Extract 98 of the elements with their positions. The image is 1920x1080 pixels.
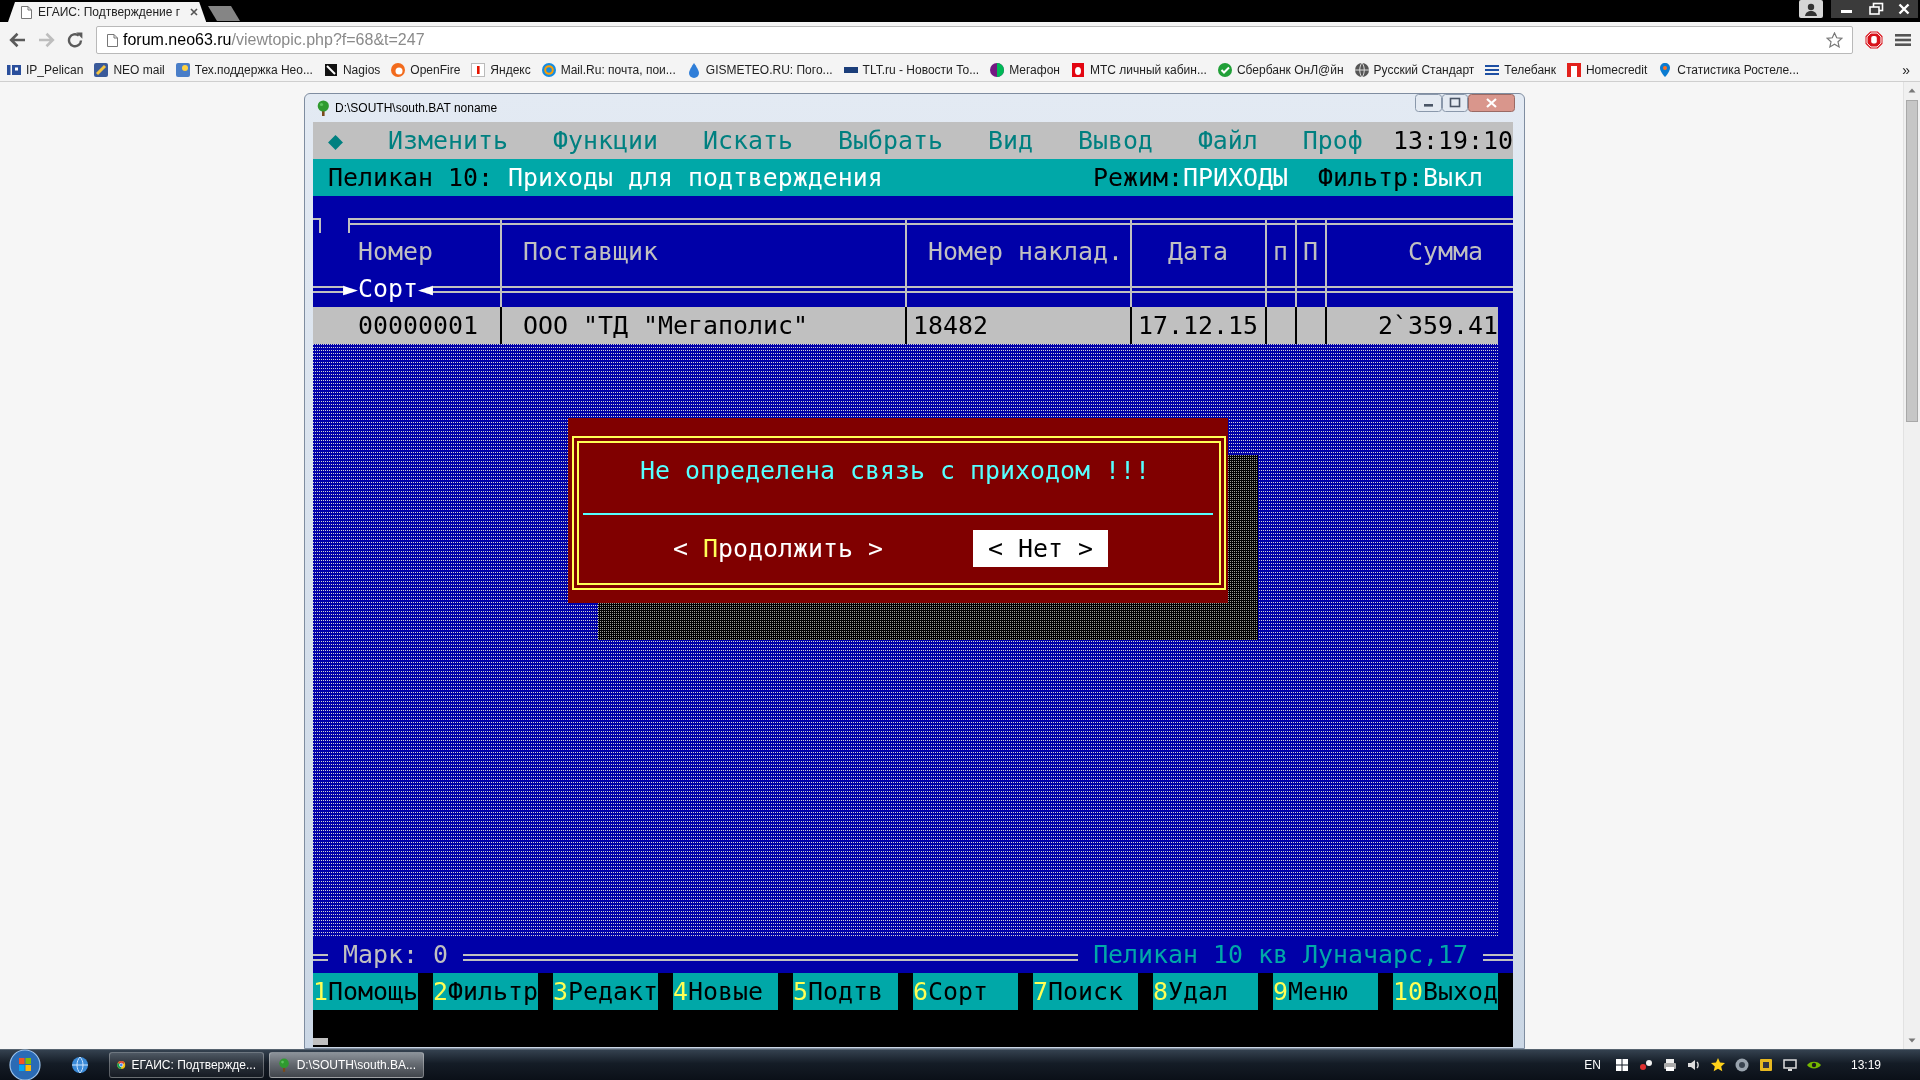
monitor-icon[interactable] [1781,1057,1798,1073]
column-header: Дата [1168,237,1228,266]
sun-tile-icon [174,61,191,78]
speaker-icon[interactable] [1685,1057,1702,1073]
invoice-number: 18482 [913,311,988,340]
bookmark-link[interactable]: Статистика Ростеле... [1654,61,1803,78]
function-key[interactable]: 10Выход [1393,973,1498,1010]
column-header: Поставщик [523,237,658,266]
function-key[interactable]: 4Новые [673,973,778,1010]
reload-icon[interactable] [67,32,84,48]
disc-icon [540,61,557,78]
egg-icon [1069,61,1086,78]
amount: 2`359.41 [1378,311,1498,340]
orb-icon[interactable] [9,1049,41,1080]
close-icon[interactable] [190,8,199,16]
bookmark-link[interactable]: Телебанк [1481,61,1559,78]
tree-icon [277,1057,291,1073]
more-bookmarks-chevron[interactable]: » [1902,61,1910,78]
dialog-button[interactable]: < Продолжить > [658,530,898,567]
page-icon [107,33,118,47]
taskbar-button[interactable]: ЕГАИС: Подтвержде... [109,1052,264,1078]
clock: 13:19 [1850,1058,1881,1072]
clock: 13:19:10 [1393,125,1513,157]
browser-tab[interactable]: ЕГАИС: Подтверждение г [8,2,207,22]
printer-icon[interactable] [1661,1057,1678,1073]
bookmark-link[interactable]: OpenFire [387,61,464,78]
globe-icon [1353,61,1370,78]
bookmark-link[interactable]: GISMETEO.RU: Пого... [682,61,836,78]
bookmark-link[interactable]: Тех.поддержка Нео... [171,61,316,78]
invoice-date: 17.12.15 [1138,311,1258,340]
bookmark-link[interactable]: NEO mail [90,61,168,78]
bookmark-link[interactable]: Homecredit [1562,61,1651,78]
screen-title: Приходы для подтверждения [507,162,883,194]
column-header: П [1303,237,1318,266]
mode-value: ПРИХОДЫ [1183,162,1289,194]
bookmark-link[interactable]: Сбербанк ОнЛ@йн [1213,61,1347,78]
menu-icon[interactable] [1895,33,1911,47]
four-panes-icon[interactable] [1613,1057,1630,1073]
dots-icon[interactable] [1637,1057,1654,1073]
pen-tile-icon [93,61,110,78]
square-icon [470,61,487,78]
function-key[interactable]: 9Меню [1273,973,1378,1010]
filter-label: Фильтр: [1318,162,1423,194]
new-tab-icon[interactable] [208,6,241,21]
address-field[interactable]: forum.neo63.ru/viewtopic.php?f=68&t=247 [96,26,1853,54]
scrollbar-thumb[interactable] [1906,100,1918,422]
minimize-icon[interactable] [1831,0,1862,18]
circle-icon[interactable] [1733,1057,1750,1073]
bookmark-link[interactable]: Mail.Ru: почта, пои... [537,61,679,78]
supplier-name: ООО "ТД "Мегаполис" [523,311,808,340]
column-header: Номер наклад. [928,237,1123,266]
stop-sign-icon[interactable] [1865,31,1883,49]
circle-icon [989,61,1006,78]
taskbar-button[interactable]: D:\SOUTH\south.BA... [269,1052,424,1078]
record-number: 00000001 [358,311,478,340]
table-row[interactable]: 00000001 ООО "ТД "Мегаполис" 18482 17.12.15 2`359.41 [313,307,1513,344]
door-icon [1565,61,1582,78]
bookmark-link[interactable]: Яндекс [467,61,534,78]
dialog-message: Не определена связь с приходом !!! [640,455,1150,487]
bookmark-link[interactable]: IP_Pelican [3,61,87,78]
person-icon[interactable] [1799,0,1823,18]
minimize-icon[interactable] [1415,94,1442,112]
globe-icon[interactable] [71,1056,89,1074]
page-icon [21,5,32,19]
star-icon[interactable] [1709,1057,1726,1073]
function-key[interactable]: 1Помощь [313,973,418,1010]
language-indicator[interactable]: EN [1584,1058,1601,1072]
bookmark-link[interactable]: Русский Стандарт [1350,61,1478,78]
bookmark-link[interactable]: МТС личный кабин... [1066,61,1210,78]
function-key[interactable]: 2Фильтр [433,973,538,1010]
star-icon[interactable] [1826,32,1843,48]
column-header: Сумма [1408,237,1483,266]
column-header: п [1273,237,1288,266]
function-key[interactable]: 7Поиск [1033,973,1138,1010]
function-key[interactable]: 5Подтв [793,973,898,1010]
mark-count: Марк: 0 [343,940,448,969]
function-key[interactable]: 8Удал [1153,973,1258,1010]
bookmark-link[interactable]: Мегафон [986,61,1063,78]
close-icon[interactable] [1890,0,1918,18]
mode-label: Режим: [1093,162,1184,194]
bookmark-link[interactable]: TLT.ru - Новости То... [839,61,983,78]
function-key[interactable]: 6Сорт [913,973,1018,1010]
diagonal-square-icon [322,61,339,78]
cursor-icon [313,1038,328,1045]
maximize-icon[interactable] [1442,94,1468,112]
location-text: Пеликан 10 кв Луначарс,17 [1093,940,1468,969]
back-arrow-icon[interactable] [9,32,26,48]
square-icon[interactable] [1757,1057,1774,1073]
check-circle-icon [1216,61,1233,78]
ring-icon [390,61,407,78]
column-header: Номер [358,237,433,266]
app-name: Пеликан 10: [328,162,493,194]
bookmark-link[interactable]: Nagios [319,61,384,78]
window-title: D:\SOUTH\south.BAT noname [335,101,498,115]
function-key[interactable]: 3Редакт [553,973,658,1010]
filter-value: Выкл [1423,162,1483,194]
tree-icon [315,100,331,116]
dialog-button[interactable]: < Нет > [972,530,1108,567]
